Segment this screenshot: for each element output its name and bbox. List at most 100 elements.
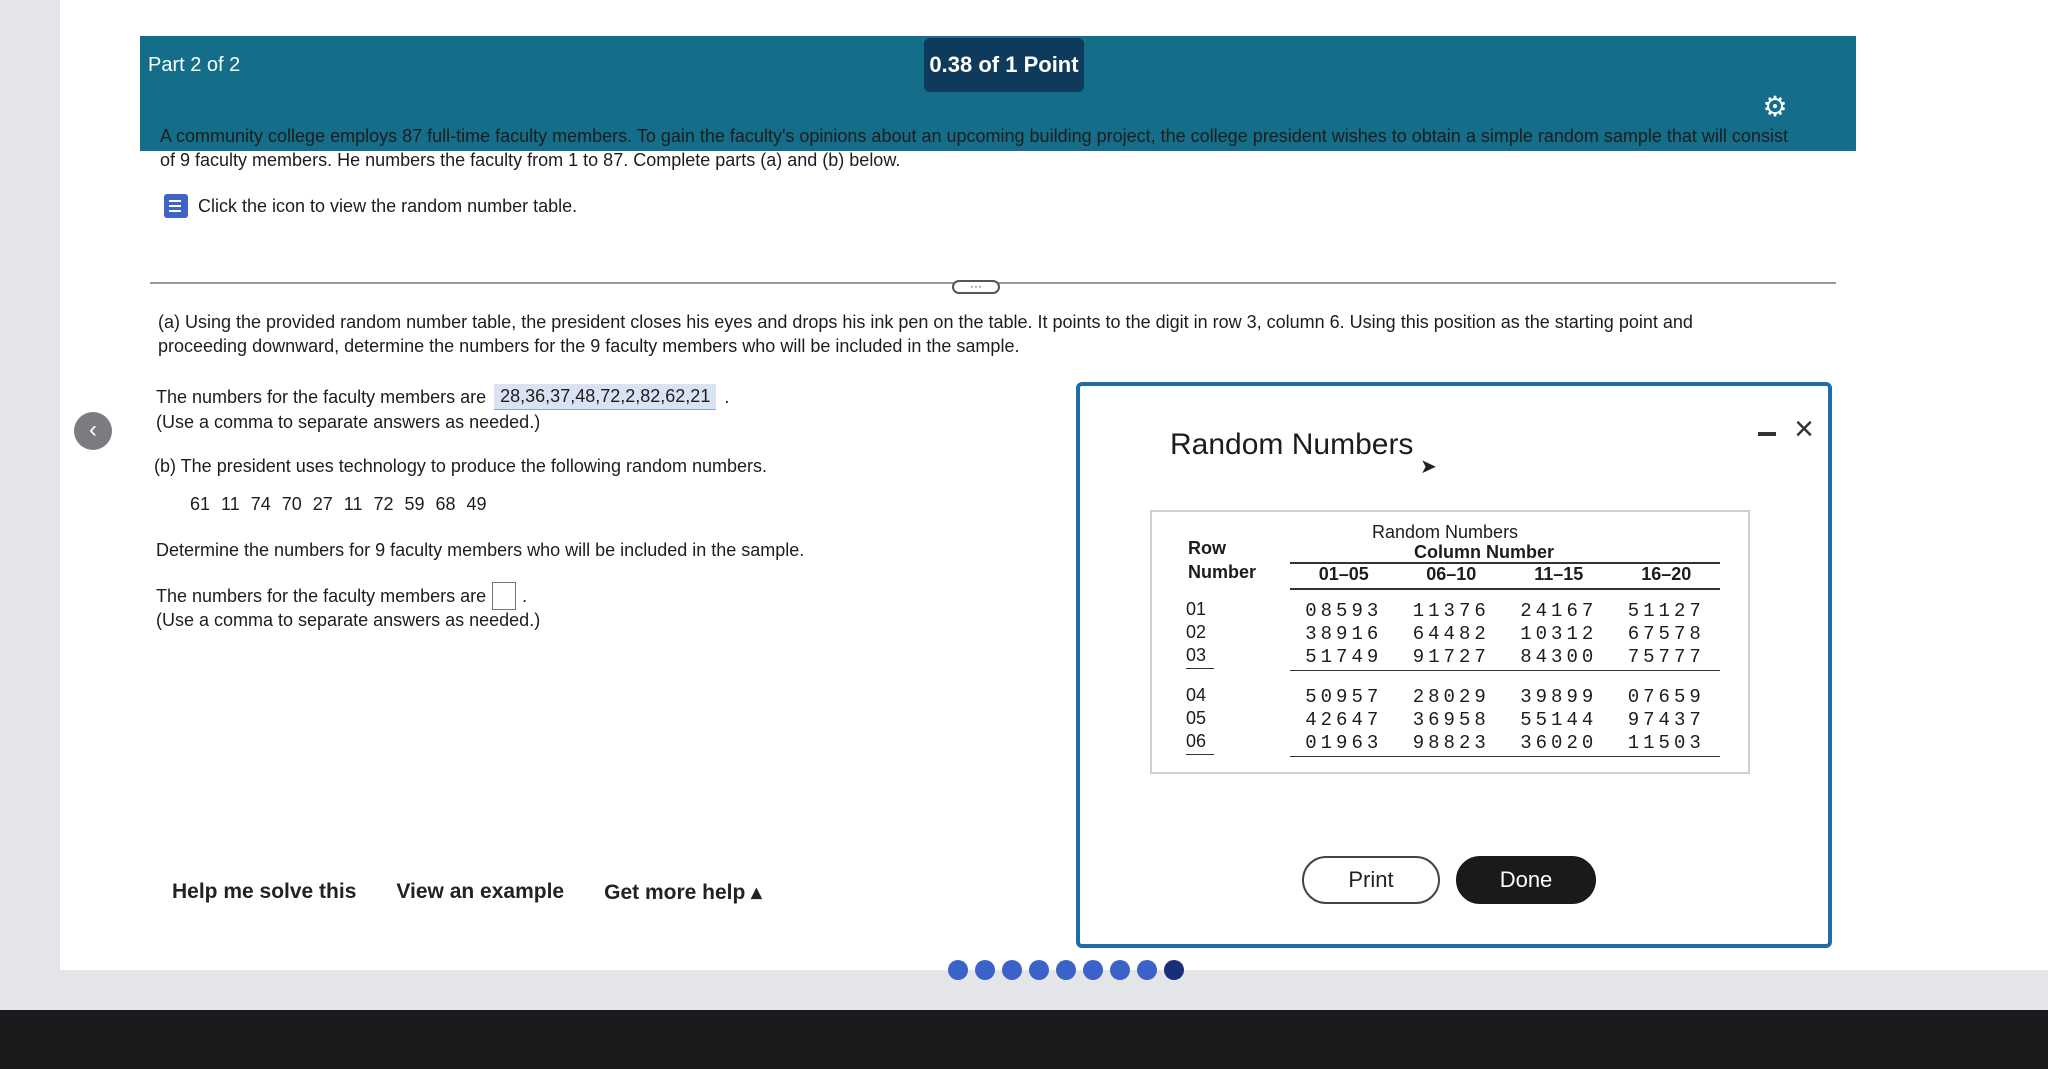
print-button[interactable]: Print — [1302, 856, 1440, 904]
period: . — [522, 585, 528, 606]
part-b-determine: Determine the numbers for 9 faculty memb… — [156, 540, 805, 560]
row-number: 06 — [1186, 731, 1207, 751]
digit-cell: 07659 — [1627, 686, 1705, 708]
row-number: 04 — [1186, 685, 1207, 705]
progress-dot[interactable] — [1083, 960, 1103, 980]
digits-group1: 08593 38916 51749 11376 64482 91727 2416… — [1290, 600, 1720, 669]
progress-dots — [948, 960, 1184, 980]
part-b-text: (b) The president uses technology to pro… — [154, 456, 768, 476]
digit-cell: 08593 — [1305, 600, 1383, 622]
digit-cell: 98823 — [1412, 732, 1490, 754]
random-numbers-dialog: Random Numbers ➤ × Random Numbers Row Nu… — [1076, 382, 1832, 948]
random-number-table: Random Numbers Row Number Column Number … — [1150, 510, 1750, 774]
dialog-title: Random Numbers — [1170, 428, 1414, 461]
part-a-text: (a) Using the provided random number tab… — [158, 312, 1693, 356]
row-number: 03 — [1186, 645, 1207, 665]
view-example-button[interactable]: View an example — [396, 880, 564, 905]
part-label: Part 2 of 2 — [148, 54, 241, 76]
part-a-hint: (Use a comma to separate answers as need… — [156, 412, 541, 432]
group-rule — [1290, 756, 1720, 757]
digit-cell: 75777 — [1627, 646, 1705, 668]
row-number: 02 — [1186, 622, 1207, 642]
book-icon[interactable] — [164, 194, 188, 218]
digit-column: 50957 42647 01963 — [1290, 686, 1398, 755]
digit-cell: 36020 — [1520, 732, 1598, 754]
row-number: 01 — [1186, 599, 1207, 619]
done-button[interactable]: Done — [1456, 856, 1596, 904]
column-header: 16–20 — [1641, 564, 1692, 584]
progress-dot[interactable] — [1137, 960, 1157, 980]
close-icon[interactable]: × — [1794, 410, 1814, 449]
group-rule — [1290, 670, 1720, 671]
row-numbers-group1: 01 02 03 — [1186, 598, 1206, 667]
digit-cell: 01963 — [1305, 732, 1383, 754]
progress-dot[interactable] — [948, 960, 968, 980]
digit-cell: 39899 — [1520, 686, 1598, 708]
digit-cell: 24167 — [1520, 600, 1598, 622]
progress-dot[interactable] — [1029, 960, 1049, 980]
get-more-help-button[interactable]: Get more help ▴ — [604, 880, 762, 905]
row-number: 05 — [1186, 708, 1207, 728]
digit-cell: 28029 — [1412, 686, 1490, 708]
progress-dot[interactable] — [1056, 960, 1076, 980]
more-options-icon[interactable]: ··· — [952, 280, 1000, 294]
digit-cell: 97437 — [1627, 709, 1705, 731]
mouse-cursor-icon: ➤ — [1420, 456, 1437, 478]
group-rule — [1186, 754, 1214, 755]
minimize-icon[interactable] — [1758, 432, 1776, 436]
progress-dot-current[interactable] — [1164, 960, 1184, 980]
part-b-answer-label: The numbers for the faculty members are — [156, 585, 487, 606]
digit-cell: 10312 — [1520, 623, 1598, 645]
table-caption: Random Numbers — [1372, 522, 1519, 542]
part-b-answer: The numbers for the faculty members are … — [156, 582, 527, 610]
digit-cell: 55144 — [1520, 709, 1598, 731]
gear-icon[interactable]: ⚙ — [1760, 92, 1790, 122]
header-rule — [1290, 588, 1720, 590]
help-links: Help me solve this View an example Get m… — [172, 880, 762, 905]
digit-cell: 51127 — [1627, 600, 1705, 622]
progress-dot[interactable] — [1110, 960, 1130, 980]
row-header-line2: Number — [1188, 562, 1257, 582]
row-numbers-group2: 04 05 06 — [1186, 684, 1206, 753]
column-headers: 01–05 06–10 11–15 16–20 — [1290, 564, 1720, 585]
points-badge: 0.38 of 1 Point — [924, 38, 1084, 92]
part-b-hint: (Use a comma to separate answers as need… — [156, 610, 541, 630]
random-table-link-label: Click the icon to view the random number… — [198, 195, 578, 216]
digit-cell: 38916 — [1305, 623, 1383, 645]
screen: ‹ Part 2 of 2 0.38 of 1 Point ⚙ A commun… — [0, 0, 2048, 1010]
progress-dot[interactable] — [1002, 960, 1022, 980]
digit-cell: 11503 — [1627, 732, 1705, 754]
row-number-header: Row Number — [1188, 536, 1256, 584]
part-a-answer: The numbers for the faculty members are … — [156, 384, 729, 410]
digit-column: 07659 97437 11503 — [1613, 686, 1721, 755]
digit-column: 51127 67578 75777 — [1613, 600, 1721, 669]
digit-column: 28029 36958 98823 — [1398, 686, 1506, 755]
period: . — [724, 386, 730, 407]
digit-cell: 11376 — [1412, 600, 1490, 622]
digit-cell: 50957 — [1305, 686, 1383, 708]
random-table-link[interactable]: Click the icon to view the random number… — [164, 194, 577, 218]
digit-column: 08593 38916 51749 — [1290, 600, 1398, 669]
part-b-random-numbers: 61 11 74 70 27 11 72 59 68 49 — [190, 494, 487, 514]
digit-cell: 84300 — [1520, 646, 1598, 668]
digit-cell: 36958 — [1412, 709, 1490, 731]
row-header-line1: Row — [1188, 538, 1226, 558]
group-rule — [1186, 668, 1214, 669]
digit-column: 24167 10312 84300 — [1505, 600, 1613, 669]
digit-cell: 51749 — [1305, 646, 1383, 668]
question-text: A community college employs 87 full-time… — [160, 126, 1788, 170]
progress-dot[interactable] — [975, 960, 995, 980]
column-header: 11–15 — [1534, 564, 1584, 584]
digit-cell: 64482 — [1412, 623, 1490, 645]
column-header: 01–05 — [1318, 564, 1369, 584]
part-a-answer-input[interactable]: 28,36,37,48,72,2,82,62,21 — [494, 384, 717, 410]
digits-group2: 50957 42647 01963 28029 36958 98823 3989… — [1290, 686, 1720, 755]
help-me-solve-button[interactable]: Help me solve this — [172, 880, 356, 905]
digit-column: 11376 64482 91727 — [1398, 600, 1506, 669]
column-header: 06–10 — [1426, 564, 1477, 584]
part-a-answer-label: The numbers for the faculty members are — [156, 386, 487, 407]
laptop-bezel — [0, 1010, 2048, 1069]
digit-cell: 42647 — [1305, 709, 1383, 731]
part-b-answer-input[interactable] — [492, 582, 517, 610]
back-arrow-icon[interactable]: ‹ — [74, 412, 112, 450]
